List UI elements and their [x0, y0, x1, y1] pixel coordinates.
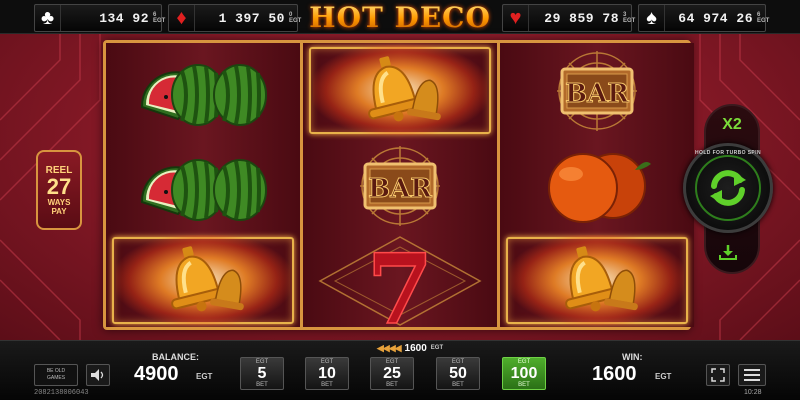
jackpot-spades: ♠ 64 974 26 6 EGT	[638, 4, 770, 32]
symbol-watermelon	[106, 138, 300, 233]
jackpot-currency: 3 EGT	[623, 12, 636, 24]
fullscreen-button[interactable]	[706, 364, 730, 386]
bet-value: 25	[383, 365, 401, 382]
reels-area: BAR 7 BAR	[103, 40, 694, 330]
win-value: 1600	[592, 363, 637, 385]
multiplier-label: X2	[722, 116, 742, 133]
bet-button-50[interactable]: EGT 50 BET	[436, 357, 480, 390]
menu-button[interactable]	[738, 364, 766, 386]
badge-line-2: 27	[46, 173, 72, 199]
line-win-amount: 1600	[404, 342, 427, 354]
ticket-id: 2082138006043	[34, 389, 89, 397]
jackpot-value: 29 859 78	[544, 10, 619, 26]
jackpot-value: 64 974 26	[678, 10, 753, 26]
balance-currency: EGT	[196, 372, 213, 381]
symbol-bell	[106, 233, 300, 328]
win-label: WIN:	[622, 352, 643, 362]
win-currency: EGT	[655, 372, 672, 381]
win-arrows-icon: ◀◀◀◀	[376, 342, 402, 353]
jackpot-diamonds: ♦ 1 397 50 0 EGT	[168, 4, 302, 32]
spin-button[interactable]	[683, 143, 773, 233]
hearts-icon: ♥	[503, 5, 529, 31]
bet-button-10[interactable]: EGT 10 BET	[305, 357, 349, 390]
jackpot-hearts: ♥ 29 859 78 3 EGT	[502, 4, 636, 32]
jackpot-clubs: ♣ 134 92 6 EGT	[34, 4, 166, 32]
orange-icon	[548, 152, 651, 223]
line-win-indicator: ◀◀◀◀ 1600 EGT	[360, 342, 460, 354]
balance-label: BALANCE:	[152, 352, 199, 362]
hamburger-icon	[744, 369, 760, 381]
refresh-icon	[710, 170, 746, 206]
fullscreen-icon	[711, 368, 725, 382]
speaker-icon	[91, 369, 104, 381]
download-icon	[719, 245, 737, 260]
symbol-bar: BAR	[303, 138, 497, 233]
bet-label: BET	[321, 382, 333, 388]
bet-button-25[interactable]: EGT 25 BET	[370, 357, 414, 390]
clock: 10:28	[744, 389, 762, 396]
bet-button-5[interactable]: EGT 5 BET	[240, 357, 284, 390]
bet-value: 50	[449, 365, 467, 382]
bar-icon: BAR	[360, 145, 440, 226]
watermelon-icon	[140, 158, 267, 221]
symbol-orange	[500, 138, 694, 233]
games-logo-line-1: BE OLD	[46, 368, 66, 374]
bet-label: BET	[256, 382, 268, 388]
jackpot-value: 1 397 50	[218, 10, 285, 26]
balance-value: 4900	[134, 363, 179, 385]
bet-label: BET	[452, 382, 464, 388]
jackpot-value: 134 92	[99, 10, 149, 26]
symbol-watermelon	[106, 43, 300, 138]
bet-value: 100	[510, 365, 538, 382]
line-win-currency: EGT	[430, 345, 444, 351]
bar-text: BAR	[565, 79, 629, 109]
autoplay-button[interactable]	[714, 240, 742, 264]
bell-icon	[565, 245, 638, 311]
reel-2: BAR 7	[303, 43, 497, 327]
jackpot-currency: 0 EGT	[289, 12, 302, 24]
symbol-bar: BAR	[500, 43, 694, 138]
watermelon-icon	[140, 63, 267, 126]
jackpot-bar: ♣ 134 92 6 EGT ♦ 1 397 50 0 EGT HOT DECO ♥…	[0, 0, 800, 34]
spades-icon: ♠	[639, 5, 665, 31]
ways-pay-badge: REEL 27 WAYS PAY	[36, 150, 82, 230]
symbol-bell	[303, 43, 497, 138]
bet-label: BET	[518, 382, 530, 388]
bar-text: BAR	[368, 174, 432, 204]
symbol-seven: 7	[303, 233, 497, 328]
bar-icon: BAR	[557, 50, 637, 131]
seven-icon: 7	[318, 235, 482, 327]
games-logo-line-2: GAMES	[46, 375, 66, 381]
game-logo: HOT DECO	[302, 1, 498, 34]
games-menu-button[interactable]: BE OLD GAMES	[34, 364, 78, 386]
bet-button-100[interactable]: EGT 100 BET	[502, 357, 546, 390]
reel-1	[106, 43, 300, 327]
bell-icon	[171, 245, 244, 311]
bet-value: 5	[257, 365, 267, 382]
jackpot-currency: 6 EGT	[757, 12, 770, 24]
bet-value: 10	[318, 365, 336, 382]
symbol-bell	[500, 233, 694, 328]
badge-line-4: PAY	[51, 206, 67, 216]
turbo-hint: HOLD FOR TURBO SPIN	[695, 150, 761, 156]
reel-3: BAR	[500, 43, 694, 327]
diamonds-icon: ♦	[169, 5, 195, 31]
seven-text: 7	[367, 235, 434, 327]
spin-button-inner	[695, 155, 761, 221]
clubs-icon: ♣	[35, 5, 61, 31]
bell-icon	[368, 55, 441, 121]
sound-button[interactable]	[86, 364, 110, 386]
bet-label: BET	[386, 382, 398, 388]
jackpot-currency: 6 EGT	[153, 12, 166, 24]
badge-line-3: WAYS	[47, 197, 71, 207]
